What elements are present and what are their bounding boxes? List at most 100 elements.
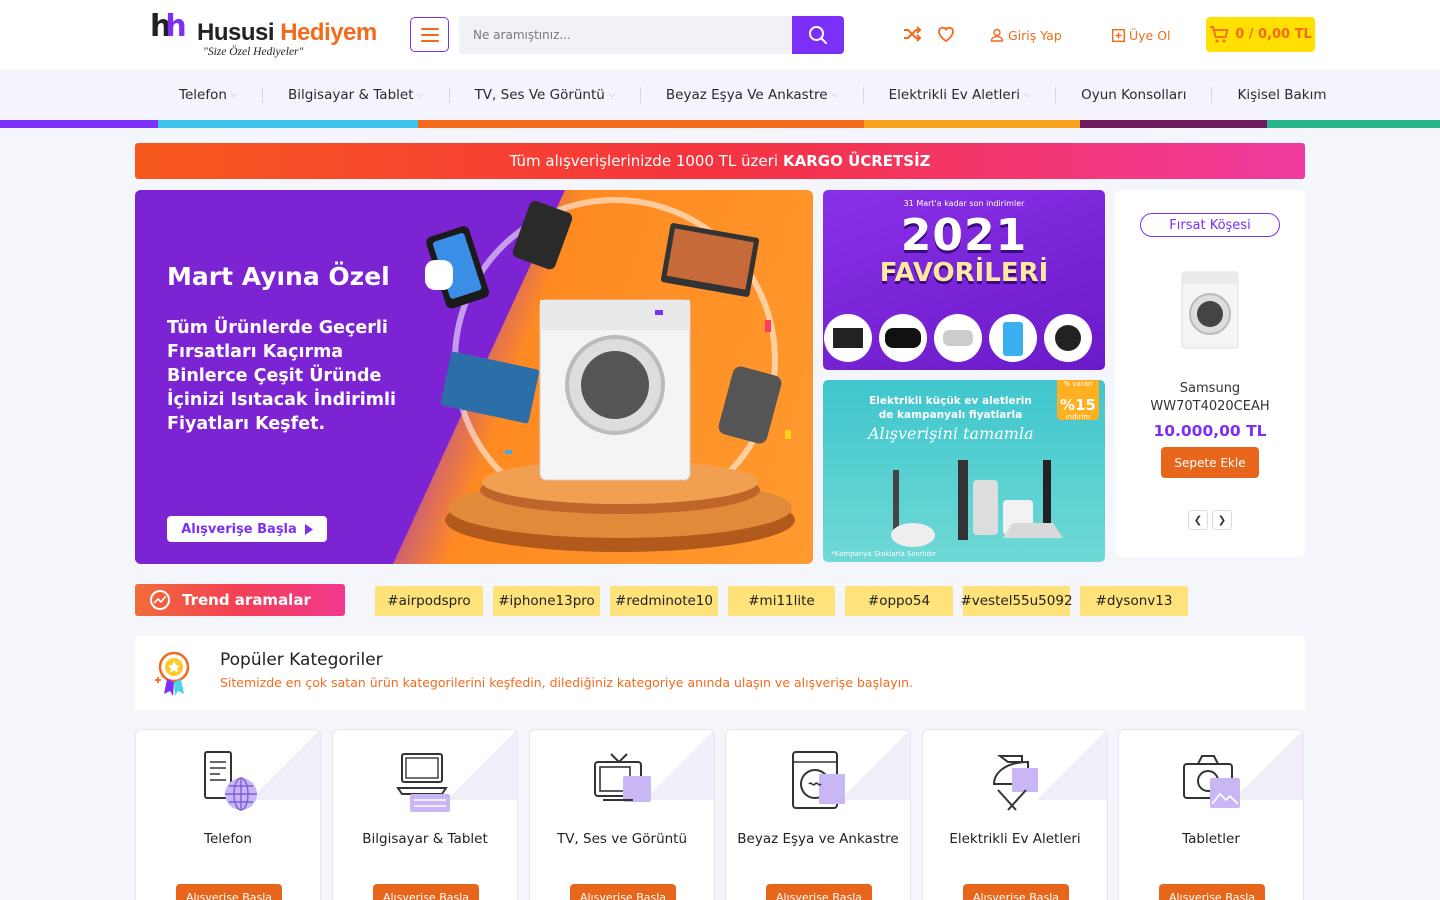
tv-icon <box>594 753 651 802</box>
popular-categories-header: Popüler Kategoriler Sitemizde en çok sat… <box>135 636 1305 710</box>
trend-icon <box>150 590 170 610</box>
trend-tag[interactable]: #iphone13pro <box>493 586 600 616</box>
category-nav: Telefon ⌵ Bilgisayar & Tablet ⌵ TV, Ses Ve… <box>0 70 1440 120</box>
deal-price: 10.000,00 TL <box>1153 422 1267 440</box>
small-appliances-illustration <box>891 460 1063 547</box>
hero-text: Tüm Ürünlerde Geçerli Fırsatları Kaçırma… <box>167 318 396 434</box>
login-link[interactable]: Giriş Yap <box>990 26 1062 44</box>
category-name: Beyaz Eşya ve Ankastre <box>737 831 899 847</box>
popular-title: Popüler Kategoriler <box>220 650 383 670</box>
search-icon <box>809 26 827 44</box>
user-icon <box>990 28 1004 42</box>
product-name-line: WW70T4020CEAH <box>1150 399 1270 414</box>
category-card-beyaz-esya[interactable]: Beyaz Eşya ve Ankastre Alışverişe Başla <box>725 729 911 900</box>
category-name: Elektrikli Ev Aletleri <box>949 831 1081 847</box>
chevron-left-icon: ❮ <box>1193 514 1203 526</box>
add-to-cart-button[interactable]: Sepete Ekle <box>1161 447 1259 478</box>
deal-next-button[interactable]: ❯ <box>1212 510 1232 530</box>
promo-highlight: KARGO ÜCRETSİZ <box>783 152 931 170</box>
login-label: Giriş Yap <box>1008 27 1062 43</box>
card-shade <box>250 730 320 800</box>
nav-item-bilgisayar-tablet[interactable]: Bilgisayar & Tablet ⌵ <box>263 87 450 103</box>
badge-suffix: indirim <box>1065 413 1091 421</box>
trend-tag[interactable]: #oppo54 <box>845 586 953 616</box>
free-shipping-banner: Tüm alışverişlerinizde 1000 TL üzeri KARG… <box>135 143 1305 179</box>
category-name: Telefon <box>204 831 252 847</box>
menu-button[interactable] <box>410 17 449 52</box>
chevron-down-icon: ⌵ <box>417 90 424 99</box>
search-input[interactable] <box>459 16 792 54</box>
strip-segment <box>158 120 418 128</box>
strip-segment <box>1080 120 1267 128</box>
trend-tag[interactable]: #mi11lite <box>728 586 835 616</box>
color-strip <box>0 120 1440 128</box>
category-shop-button[interactable]: Alışverişe Başla <box>766 884 872 900</box>
small-appliances-script: Alışverişini tamamla <box>868 424 1034 443</box>
category-card-bilgisayar-tablet[interactable]: Bilgisayar & Tablet Alışverişe Başla <box>332 729 518 900</box>
deal-product-name[interactable]: Samsung WW70T4020CEAH <box>1115 380 1305 416</box>
trending-label: Trend aramalar <box>135 584 345 616</box>
hero-title: Mart Ayına Özel <box>167 262 390 291</box>
deal-prev-button[interactable]: ❮ <box>1188 510 1208 530</box>
trend-tag[interactable]: #airpodspro <box>375 586 483 616</box>
category-shop-button[interactable]: Alışverişe Başla <box>176 884 282 900</box>
nav-item-kisisel-bakim[interactable]: Kişisel Bakım <box>1212 87 1351 103</box>
plus-square-icon <box>1112 28 1125 42</box>
trend-tag[interactable]: #redminote10 <box>610 586 718 616</box>
camera-icon <box>1183 755 1240 808</box>
wishlist-heart-icon[interactable] <box>936 24 956 44</box>
small-appliances-note: *Kampanya Stoklarla Sınırlıdır <box>831 550 936 558</box>
chevron-down-icon: ⌵ <box>608 90 615 99</box>
nav-item-tv-ses-goruntu[interactable]: TV, Ses Ve Görüntü ⌵ <box>450 87 641 103</box>
logo-name: Hususi Hediyem <box>197 19 377 46</box>
phone-globe-icon <box>204 751 257 811</box>
logo-tagline: "Size Özel Hediyeler" <box>203 46 304 58</box>
nav-item-beyaz-esya[interactable]: Beyaz Eşya Ve Ankastre ⌵ <box>641 87 864 103</box>
nav-item-oyun-konsollari[interactable]: Oyun Konsolları <box>1056 87 1213 103</box>
card-shade <box>447 730 517 800</box>
category-name: Tabletler <box>1182 831 1240 847</box>
washing-machine-image[interactable] <box>1180 270 1240 350</box>
favorites-title: FAVORİLERİ <box>879 258 1049 288</box>
category-card-elektrikli-ev-aletleri[interactable]: Elektrikli Ev Aletleri Alışverişe Başla <box>922 729 1108 900</box>
washing-machine-icon <box>792 751 845 809</box>
promo-text: Tüm alışverişlerinizde 1000 TL üzeri <box>509 152 778 170</box>
card-shade <box>644 730 714 800</box>
category-shop-button[interactable]: Alışverişe Başla <box>570 884 676 900</box>
category-card-telefon[interactable]: Telefon Alışverişe Başla <box>135 729 321 900</box>
discount-badge: % varan %15 indirim <box>1057 380 1099 421</box>
badge-percent: %15 <box>1060 396 1096 414</box>
favorites-year: 2021 <box>900 210 1028 261</box>
trend-tag[interactable]: #vestel55u5092 <box>960 586 1073 616</box>
appliances-illustration <box>425 197 795 552</box>
category-name: TV, Ses ve Görüntü <box>556 831 688 847</box>
trend-tag[interactable]: #dysonv13 <box>1080 586 1188 616</box>
strip-segment <box>1267 120 1440 128</box>
category-shop-button[interactable]: Alışverişe Başla <box>373 884 479 900</box>
small-appliances-text: Elektrikli küçük ev aletlerin de kampany… <box>869 395 1032 421</box>
category-shop-button[interactable]: Alışverişe Başla <box>1159 884 1265 900</box>
favorites-2021-banner[interactable]: 31 Mart'a kadar son indirimler 2021 FAVO… <box>823 190 1105 370</box>
products-row-illustration <box>824 314 1092 362</box>
nav-item-elektrikli-ev-aletleri[interactable]: Elektrikli Ev Aletleri ⌵ <box>864 87 1057 103</box>
compare-shuffle-icon[interactable] <box>902 24 922 44</box>
hero-shop-button[interactable]: Alışverişe Başla <box>167 516 327 542</box>
register-link[interactable]: Üye Ol <box>1112 26 1171 44</box>
category-shop-button[interactable]: Alışverişe Başla <box>963 884 1069 900</box>
award-badge-icon <box>155 651 190 696</box>
chevron-down-icon: ⌵ <box>831 90 838 99</box>
cart-button[interactable]: 0 / 0,00 TL <box>1206 17 1315 52</box>
nav-item-telefon[interactable]: Telefon ⌵ <box>154 87 263 103</box>
category-card-tabletler[interactable]: Tabletler Alışverişe Başla <box>1118 729 1304 900</box>
logo-mark: hh <box>150 9 187 44</box>
category-card-tv-ses-goruntu[interactable]: TV, Ses ve Görüntü Alışverişe Başla <box>529 729 715 900</box>
small-appliances-banner[interactable]: Elektrikli küçük ev aletlerin de kampany… <box>823 380 1105 562</box>
header: hh Hususi Hediyem "Size Özel Hediyeler" … <box>0 0 1440 70</box>
search-button[interactable] <box>792 16 844 54</box>
hero-slider[interactable]: Mart Ayına Özel Tüm Ürünlerde Geçerli Fı… <box>135 190 813 564</box>
popular-subtitle: Sitemizde en çok satan ürün kategorileri… <box>220 675 913 690</box>
iron-icon <box>992 755 1038 811</box>
site-logo[interactable]: hh Hususi Hediyem "Size Özel Hediyeler" <box>150 9 377 62</box>
chevron-right-icon: ❯ <box>1217 514 1227 526</box>
badge-prefix: % varan <box>1063 380 1093 388</box>
